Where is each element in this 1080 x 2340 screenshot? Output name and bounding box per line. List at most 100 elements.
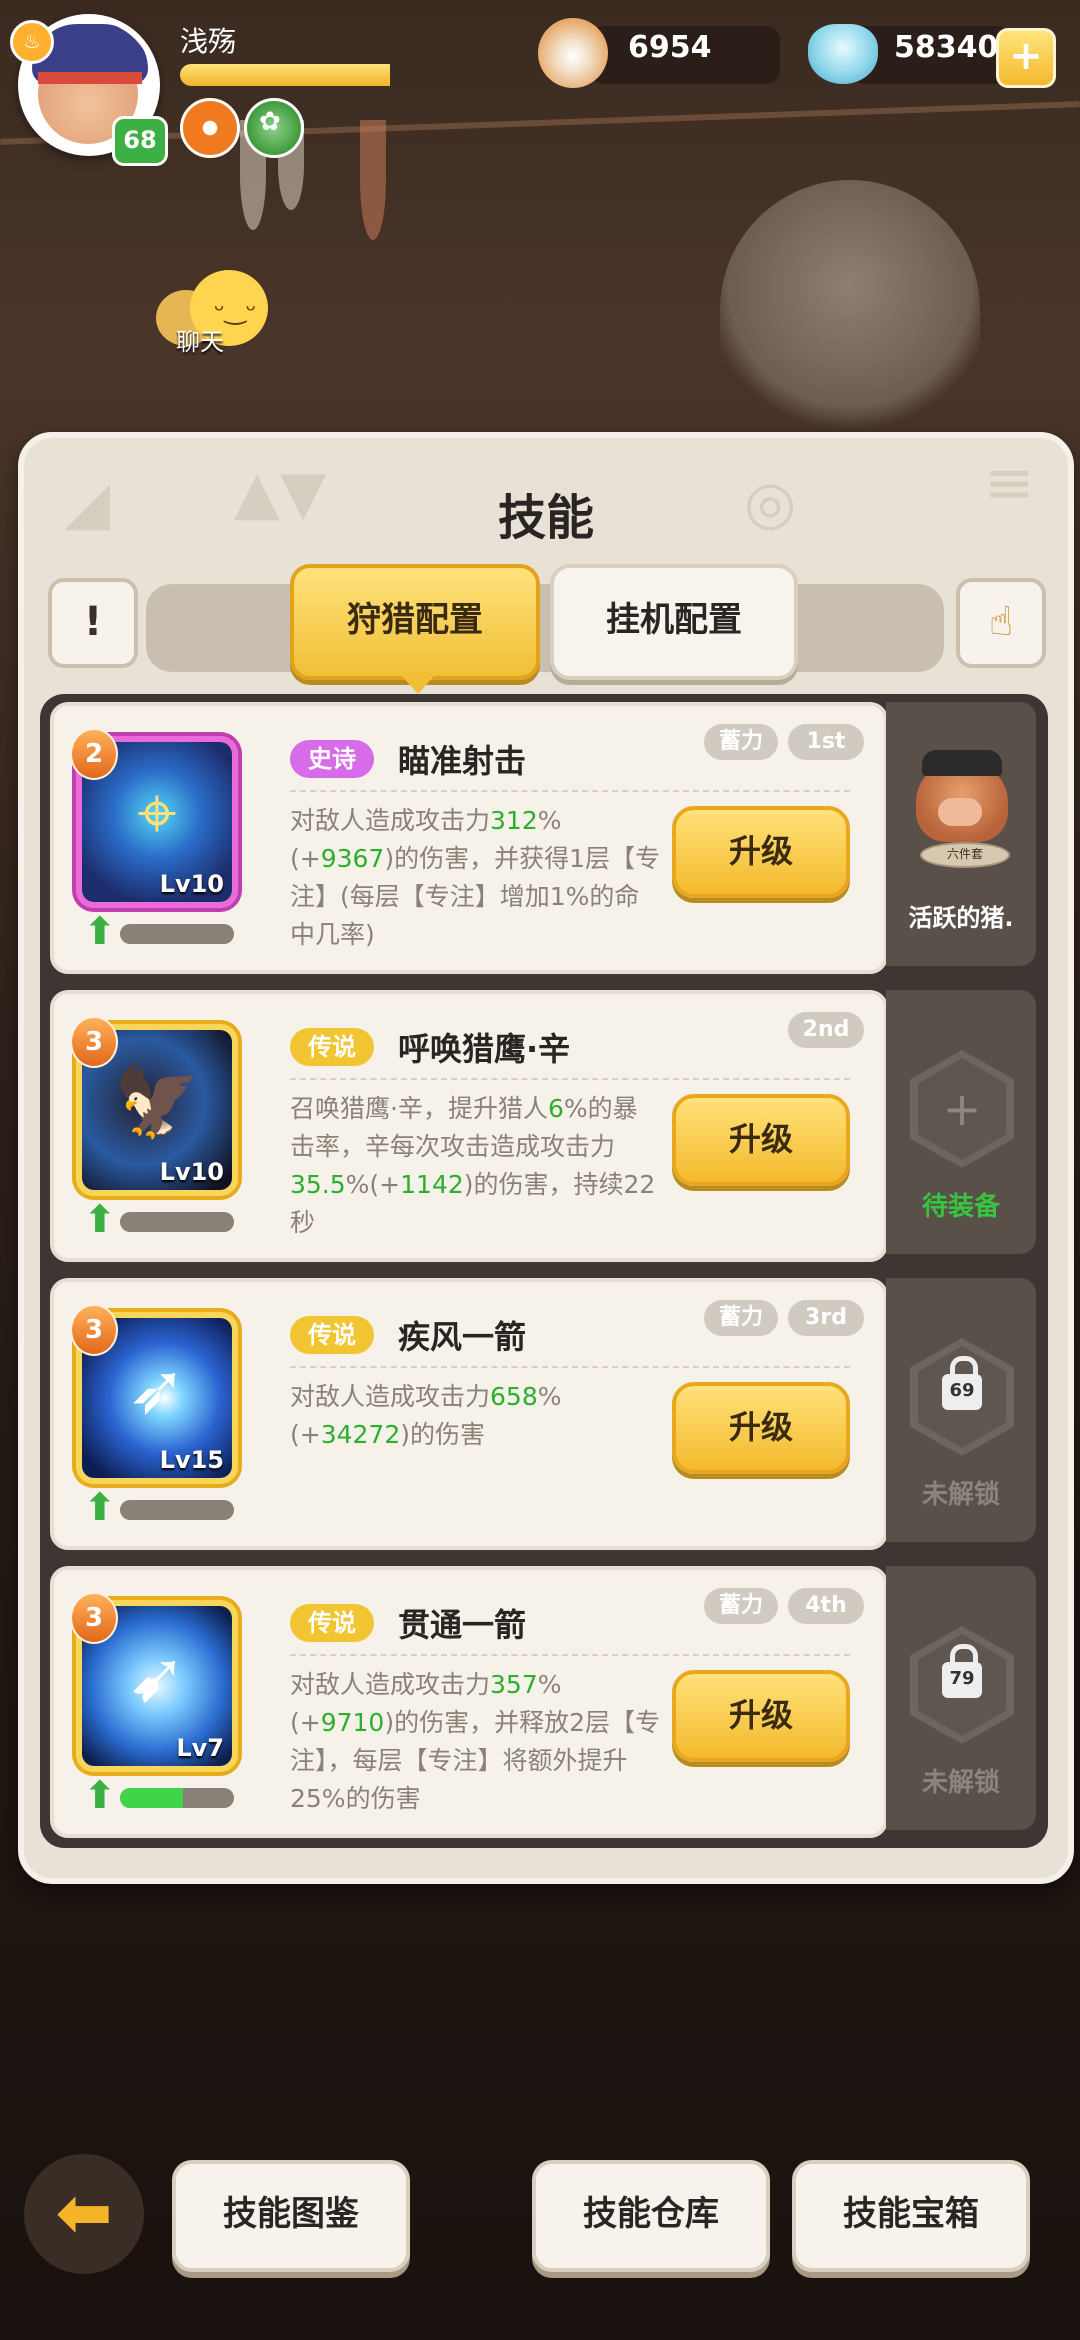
slot-label: 未解锁 — [921, 1480, 1000, 1510]
pet-name: 活跃的猪. — [908, 904, 1014, 932]
plus-icon: + — [942, 1082, 982, 1136]
skill-progress-bar — [120, 1788, 234, 1808]
gem-currency-icon — [808, 24, 878, 84]
rank-icon: ♨ — [10, 20, 54, 64]
equip-slot-locked[interactable]: 79 未解锁 — [886, 1566, 1036, 1830]
desc-text: 对敌人造成攻击力 — [290, 806, 491, 835]
back-button[interactable]: ⬅ — [24, 2154, 144, 2274]
equip-slot-locked[interactable]: 69 未解锁 — [886, 1278, 1036, 1542]
unlock-level: 79 — [949, 1668, 975, 1689]
desc-text: 对敌人造成攻击力 — [290, 1670, 491, 1699]
desc-value: 34272 — [320, 1420, 401, 1449]
skill-star-badge: 2 — [70, 728, 118, 780]
skill-name: 呼唤猎鹰·辛 — [398, 1030, 571, 1068]
skills-list: ⌖ Lv10 2 ⬆ 史诗 瞄准射击 蓄力 1st 对敌人造成攻击力312%(+… — [40, 694, 1048, 1848]
tab-hunting-config[interactable]: 狩猎配置 — [290, 564, 540, 694]
skill-description: 对敌人造成攻击力658%(+34272)的伤害 — [290, 1378, 660, 1454]
tap-hand-icon[interactable]: ☝ — [956, 578, 1046, 668]
level-up-arrow-icon: ⬆ — [84, 909, 116, 953]
skill-level: Lv15 — [159, 1446, 224, 1474]
skill-card[interactable]: ➹ Lv7 3 ⬆ 传说 贯通一箭 蓄力 4th 对敌人造成攻击力357%(+9… — [50, 1566, 888, 1838]
rarity-badge: 传说 — [290, 1316, 374, 1354]
pet-slot[interactable]: 六件套 活跃的猪. — [886, 702, 1036, 966]
background-fang — [360, 120, 386, 240]
xp-bar-fill — [180, 64, 391, 86]
skill-star-badge: 3 — [70, 1016, 118, 1068]
skill-name: 疾风一箭 — [398, 1318, 527, 1356]
lock-icon: 79 — [942, 1644, 982, 1698]
info-button[interactable]: ! — [48, 578, 138, 668]
pet-snout — [938, 798, 982, 826]
skill-chest-button[interactable]: 技能宝箱 — [792, 2160, 1030, 2272]
skill-level: Lv7 — [176, 1734, 224, 1762]
shell-currency-icon — [538, 18, 608, 88]
piercing-arrow-icon: ➹ — [127, 1636, 187, 1718]
player-level-badge: 68 — [112, 116, 168, 166]
skill-slot-tag: 1st — [788, 724, 864, 760]
gem-count: 58340 — [894, 30, 999, 65]
desc-text: 召唤猎鹰·辛，提升猎人 — [290, 1094, 548, 1123]
desc-value: 9367 — [320, 844, 385, 873]
chat-button[interactable]: ᵕ‿ᵕ 聊天 — [156, 270, 276, 360]
skill-tag: 蓄力 — [704, 724, 778, 760]
chat-label: 聊天 — [176, 328, 224, 356]
desc-text: )的伤害 — [400, 1420, 485, 1449]
level-up-arrow-icon: ⬆ — [84, 1485, 116, 1529]
divider — [290, 1366, 850, 1368]
xp-bar — [180, 64, 406, 86]
locked-slot-hex: 69 — [910, 1338, 1014, 1456]
empty-slot-hex: + — [910, 1050, 1014, 1168]
skill-codex-button[interactable]: 技能图鉴 — [172, 2160, 410, 2272]
desc-value: 658 — [490, 1382, 538, 1411]
boar-pet-icon: 六件套 — [908, 742, 1016, 872]
skill-slot-tag: 2nd — [788, 1012, 864, 1048]
skill-storage-button[interactable]: 技能仓库 — [532, 2160, 770, 2272]
unlock-level: 69 — [949, 1380, 975, 1401]
crosshair-icon: ⌖ — [137, 772, 177, 854]
background-skull — [720, 180, 980, 440]
back-arrow-icon: ⬅ — [55, 2174, 113, 2253]
upgrade-button[interactable]: 升级 — [672, 1670, 850, 1762]
desc-text: %(+ — [345, 1170, 401, 1199]
skill-slot-tag: 4th — [788, 1588, 864, 1624]
desc-value: 9710 — [320, 1708, 385, 1737]
divider — [290, 790, 850, 792]
skill-card[interactable]: ➶ Lv15 3 ⬆ 传说 疾风一箭 蓄力 3rd 对敌人造成攻击力658%(+… — [50, 1278, 888, 1550]
skill-progress-bar — [120, 1500, 234, 1520]
rarity-badge: 史诗 — [290, 740, 374, 778]
desc-value: 6 — [547, 1094, 564, 1123]
slot-label: 待装备 — [921, 1192, 1000, 1222]
level-up-arrow-icon: ⬆ — [84, 1197, 116, 1241]
skill-description: 对敌人造成攻击力312%(+9367)的伤害，并获得1层【专注】(每层【专注】增… — [290, 802, 660, 954]
pet-stand: 六件套 — [920, 842, 1010, 868]
skill-star-badge: 3 — [70, 1304, 118, 1356]
shell-count: 6954 — [628, 30, 712, 65]
tab-idle-config[interactable]: 挂机配置 — [550, 564, 798, 680]
buff-orange-icon[interactable] — [180, 98, 240, 158]
skill-tag: 蓄力 — [704, 1300, 778, 1336]
buff-green-icon[interactable] — [244, 98, 304, 158]
upgrade-button[interactable]: 升级 — [672, 1382, 850, 1474]
skill-name: 瞄准射击 — [398, 742, 527, 780]
pet-hat — [922, 750, 1002, 776]
player-name: 浅殇 — [180, 25, 237, 58]
upgrade-button[interactable]: 升级 — [672, 1094, 850, 1186]
skill-progress-fill — [120, 1788, 183, 1808]
skill-slot-tag: 3rd — [788, 1300, 864, 1336]
skill-card[interactable]: 🦅 Lv10 3 ⬆ 传说 呼唤猎鹰·辛 2nd 召唤猎鹰·辛，提升猎人6%的暴… — [50, 990, 888, 1262]
add-gems-button[interactable]: + — [996, 28, 1056, 88]
slot-label: 未解锁 — [921, 1768, 1000, 1798]
upgrade-button[interactable]: 升级 — [672, 806, 850, 898]
tab-track — [146, 584, 944, 672]
skill-tag: 蓄力 — [704, 1588, 778, 1624]
desc-value: 1142 — [400, 1170, 464, 1199]
skill-star-badge: 3 — [70, 1592, 118, 1644]
desc-text: 对敌人造成攻击力 — [290, 1382, 491, 1411]
arrow-burst-icon: ➶ — [127, 1348, 187, 1430]
lock-icon: 69 — [942, 1356, 982, 1410]
skill-card[interactable]: ⌖ Lv10 2 ⬆ 史诗 瞄准射击 蓄力 1st 对敌人造成攻击力312%(+… — [50, 702, 888, 974]
skill-progress-bar — [120, 924, 234, 944]
equip-slot-empty[interactable]: + 待装备 — [886, 990, 1036, 1254]
skill-description: 对敌人造成攻击力357%(+9710)的伤害，并释放2层【专注】，每层【专注】将… — [290, 1666, 660, 1818]
skill-level: Lv10 — [159, 870, 224, 898]
